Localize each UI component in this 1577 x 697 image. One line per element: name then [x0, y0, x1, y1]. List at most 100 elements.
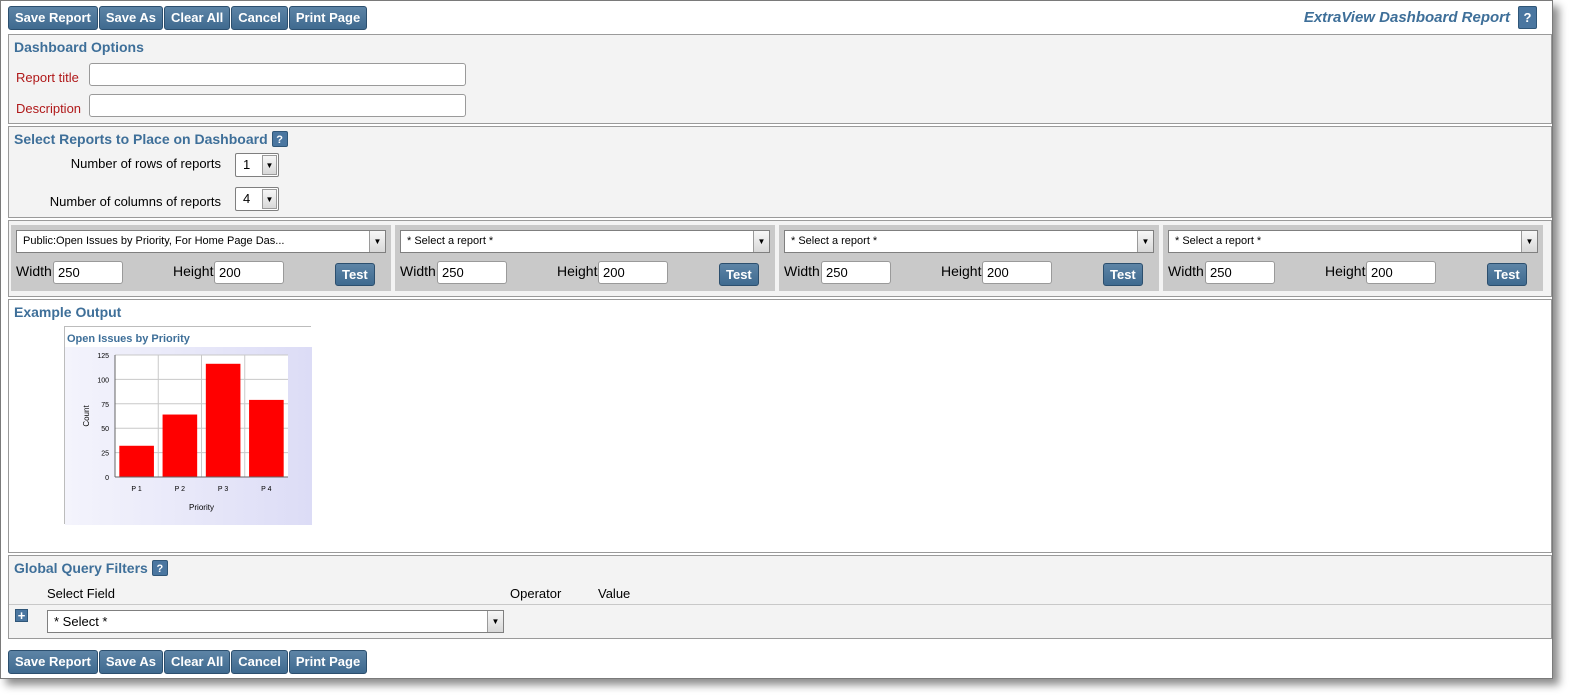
- chevron-down-icon: ▼: [487, 611, 503, 632]
- help-icon[interactable]: ?: [271, 131, 288, 147]
- report-select-value: * Select a report *: [1175, 235, 1262, 247]
- y-tick-label: 25: [101, 451, 109, 458]
- test-button[interactable]: Test: [719, 263, 759, 286]
- save-as-button[interactable]: Save As: [98, 650, 163, 674]
- height-input[interactable]: [214, 261, 284, 284]
- y-tick-label: 75: [101, 402, 109, 409]
- select-field-header: Select Field: [47, 586, 115, 601]
- height-input[interactable]: [1366, 261, 1436, 284]
- chart-title: Open Issues by Priority: [67, 333, 191, 345]
- example-chart: Open Issues by Priority 0 25 50 75 100 125 P 1…: [64, 326, 312, 525]
- width-input[interactable]: [1205, 261, 1275, 284]
- chevron-down-icon: ▼: [753, 231, 769, 252]
- height-label: Height: [557, 263, 598, 279]
- save-as-button[interactable]: Save As: [98, 6, 163, 30]
- height-label: Height: [1325, 263, 1366, 279]
- example-output-title: Example Output: [14, 304, 122, 320]
- select-reports-title-text: Select Reports to Place on Dashboard: [14, 131, 268, 147]
- report-title-input[interactable]: [89, 63, 466, 86]
- select-reports-title: Select Reports to Place on Dashboard?: [14, 131, 288, 147]
- bar: [249, 399, 284, 477]
- x-tick-label: P 3: [218, 486, 228, 493]
- bottom-toolbar: Save Report Save As Clear All Cancel Print P…: [8, 650, 368, 674]
- width-input[interactable]: [821, 261, 891, 284]
- x-axis-label: Priority: [189, 503, 214, 512]
- chevron-down-icon: ▼: [1521, 231, 1537, 252]
- report-title-label: Report title: [16, 70, 79, 85]
- x-tick-label: P 4: [261, 486, 271, 493]
- plus-icon[interactable]: +: [15, 609, 28, 622]
- width-input[interactable]: [53, 261, 123, 284]
- report-select-value: * Select a report *: [791, 235, 878, 247]
- width-label: Width: [16, 263, 52, 279]
- y-tick-label: 100: [97, 377, 109, 384]
- report-select[interactable]: * Select a report * ▼: [400, 230, 770, 253]
- y-tick-label: 50: [101, 426, 109, 433]
- columns-select-value: 4: [243, 191, 251, 206]
- chart-svg: Open Issues by Priority 0 25 50 75 100 125 P 1…: [65, 333, 312, 525]
- bar: [205, 363, 241, 477]
- report-panel-3: * Select a report * ▼ Width Height Test: [779, 225, 1159, 291]
- cancel-button[interactable]: Cancel: [231, 6, 288, 30]
- chevron-down-icon: ▼: [1137, 231, 1153, 252]
- dashboard-options-section: Dashboard Options Report title Descripti…: [8, 34, 1552, 124]
- x-tick-label: P 1: [131, 486, 141, 493]
- chevron-down-icon: ▼: [369, 231, 385, 252]
- report-select[interactable]: Public:Open Issues by Priority, For Home…: [16, 230, 386, 253]
- rows-label: Number of rows of reports: [70, 156, 221, 171]
- report-panel-2: * Select a report * ▼ Width Height Test: [395, 225, 775, 291]
- height-input[interactable]: [982, 261, 1052, 284]
- page-title: ExtraView Dashboard Report: [1303, 9, 1510, 26]
- print-page-button[interactable]: Print Page: [288, 6, 368, 30]
- rows-select[interactable]: 1 ▼: [235, 153, 279, 177]
- width-label: Width: [784, 263, 820, 279]
- help-icon[interactable]: ?: [151, 560, 168, 576]
- columns-select[interactable]: 4 ▼: [235, 187, 279, 211]
- report-panel-4: * Select a report * ▼ Width Height Test: [1163, 225, 1543, 291]
- save-report-button[interactable]: Save Report: [8, 650, 98, 674]
- test-button[interactable]: Test: [1103, 263, 1143, 286]
- report-select[interactable]: * Select a report * ▼: [1168, 230, 1538, 253]
- global-filters-title: Global Query Filters?: [14, 560, 168, 576]
- columns-label: Number of columns of reports: [49, 194, 221, 209]
- chevron-down-icon: ▼: [262, 189, 277, 209]
- y-tick-label: 0: [105, 475, 109, 482]
- bar: [119, 445, 154, 477]
- chevron-down-icon: ▼: [262, 155, 277, 175]
- height-label: Height: [941, 263, 982, 279]
- y-tick-label: 125: [97, 353, 109, 360]
- bar: [162, 414, 198, 477]
- clear-all-button[interactable]: Clear All: [163, 650, 231, 674]
- top-toolbar: Save Report Save As Clear All Cancel Print P…: [8, 6, 368, 30]
- report-select-value: Public:Open Issues by Priority, For Home…: [23, 235, 285, 247]
- description-input[interactable]: [89, 94, 466, 117]
- report-panel-1: Public:Open Issues by Priority, For Home…: [11, 225, 391, 291]
- x-tick-label: P 2: [175, 486, 185, 493]
- dashboard-options-title: Dashboard Options: [14, 39, 144, 55]
- width-input[interactable]: [437, 261, 507, 284]
- height-input[interactable]: [598, 261, 668, 284]
- y-axis-label: Count: [82, 405, 91, 427]
- global-filters-title-text: Global Query Filters: [14, 560, 148, 576]
- cancel-button[interactable]: Cancel: [231, 650, 288, 674]
- clear-all-button[interactable]: Clear All: [163, 6, 231, 30]
- report-select-value: * Select a report *: [407, 235, 494, 247]
- global-filters-section: Global Query Filters? Select Field Opera…: [8, 555, 1552, 639]
- print-page-button[interactable]: Print Page: [288, 650, 368, 674]
- filter-field-select[interactable]: * Select * ▼: [47, 610, 504, 633]
- report-panels-section: Public:Open Issues by Priority, For Home…: [8, 220, 1552, 297]
- example-output-section: Example Output Open Issues by Priority 0…: [8, 299, 1552, 553]
- value-header: Value: [598, 586, 631, 601]
- test-button[interactable]: Test: [1487, 263, 1527, 286]
- app-window: Save Report Save As Clear All Cancel Print P…: [0, 0, 1553, 679]
- filter-field-select-value: * Select *: [54, 614, 108, 629]
- save-report-button[interactable]: Save Report: [8, 6, 98, 30]
- description-label: Description: [16, 101, 82, 116]
- operator-header: Operator: [510, 586, 562, 601]
- divider: [9, 604, 1551, 605]
- width-label: Width: [1168, 263, 1204, 279]
- test-button[interactable]: Test: [335, 263, 375, 286]
- help-icon[interactable]: ?: [1518, 6, 1537, 29]
- report-select[interactable]: * Select a report * ▼: [784, 230, 1154, 253]
- rows-select-value: 1: [243, 157, 251, 172]
